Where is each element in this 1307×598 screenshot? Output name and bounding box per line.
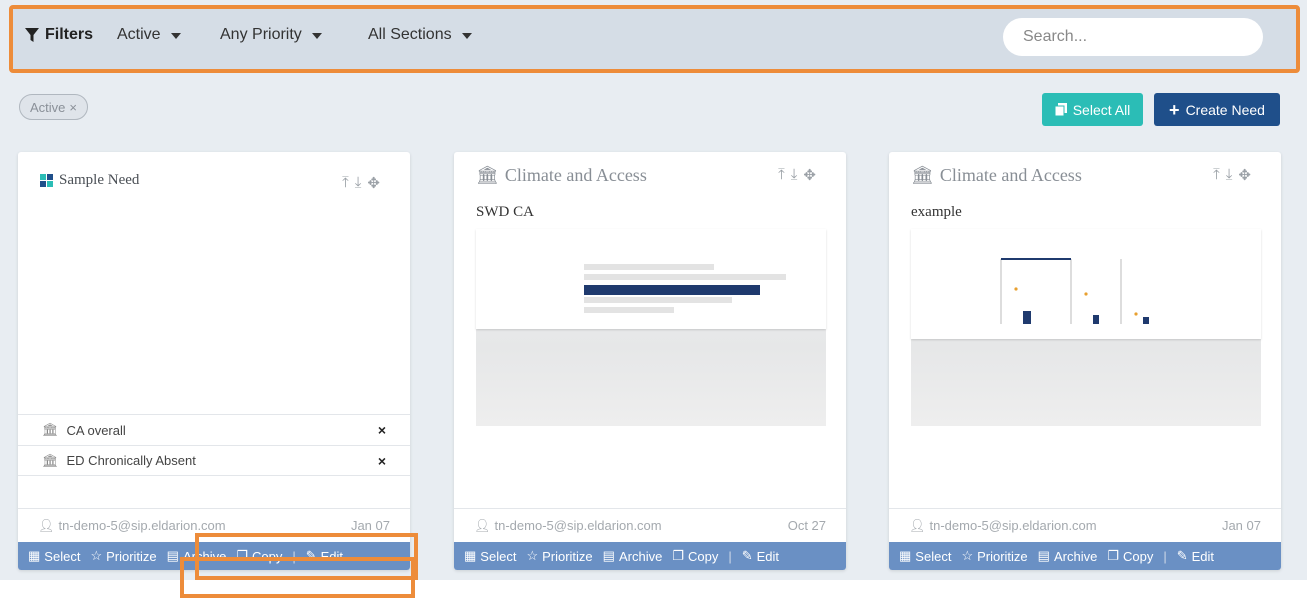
select-button[interactable]: ▦ Select xyxy=(899,548,951,564)
need-card: 🏛︎ Climate and Access ⤒ ⤓ ✥ SWD CA 👤︎ tn-… xyxy=(454,152,846,570)
prioritize-button[interactable]: ☆ Prioritize xyxy=(90,548,156,564)
drag-move-icon[interactable]: ✥ xyxy=(367,174,384,192)
archive-icon: ▤ xyxy=(1037,548,1050,563)
need-card: 🏛︎ Climate and Access ⤒ ⤓ ✥ example 👤︎ tn… xyxy=(889,152,1281,570)
bar-chart-thumbnail xyxy=(584,264,786,313)
archive-button[interactable]: ▤ Archive xyxy=(603,548,663,564)
need-card: Sample Need ⤒ ⤓ ✥ 🏛︎ CA overall × 🏛︎ ED Ch… xyxy=(18,152,410,570)
prioritize-button[interactable]: ☆ Prioritize xyxy=(526,548,592,564)
star-icon: ☆ xyxy=(526,548,539,563)
grid-icon: ▦ xyxy=(28,548,41,563)
search-input[interactable] xyxy=(1003,18,1263,56)
section-dropdown[interactable]: All Sections xyxy=(368,26,472,44)
filters-label: Filters xyxy=(25,26,93,44)
user-icon: 👤︎ xyxy=(38,517,55,533)
plus-icon: + xyxy=(1169,99,1180,120)
chip-remove-icon[interactable]: × xyxy=(69,100,77,115)
grid-icon xyxy=(40,174,53,187)
card-meta: 👤︎ tn-demo-5@sip.eldarion.com Jan 07 xyxy=(18,508,410,542)
select-button[interactable]: ▦ Select xyxy=(464,548,516,564)
star-icon: ☆ xyxy=(961,548,974,563)
list-item: 🏛︎ CA overall × xyxy=(18,414,410,445)
user-icon: 👤︎ xyxy=(474,517,491,533)
drag-move-icon[interactable]: ✥ xyxy=(803,166,820,184)
move-top-icon[interactable]: ⤒ xyxy=(1213,166,1224,184)
move-bottom-icon[interactable]: ⤓ xyxy=(791,166,802,184)
caret-down-icon xyxy=(311,33,322,39)
funnel-icon xyxy=(25,27,39,42)
caret-down-icon xyxy=(461,33,472,39)
tag-list: 🏛︎ CA overall × 🏛︎ ED Chronically Absent × xyxy=(18,414,410,476)
copy-icon: ❐ xyxy=(1107,548,1119,563)
card-title: 🏛︎ Climate and Access xyxy=(911,165,1082,185)
active-filter-chip[interactable]: Active × xyxy=(19,94,88,120)
remove-tag-icon[interactable]: × xyxy=(378,422,386,438)
card-title: 🏛︎ Climate and Access xyxy=(476,165,647,185)
create-need-button[interactable]: + Create Need xyxy=(1154,93,1280,126)
card-tools: ⤒ ⤓ ✥ xyxy=(778,166,820,184)
archive-icon: ▤ xyxy=(602,548,615,563)
card-actions: ▦ Select ☆ Prioritize ▤ Archive ❐ Copy | ✎ Ed… xyxy=(889,542,1281,570)
star-icon: ☆ xyxy=(90,548,103,563)
move-bottom-icon[interactable]: ⤓ xyxy=(1226,166,1237,184)
remove-tag-icon[interactable]: × xyxy=(378,453,386,469)
edit-button[interactable]: ✎ Edit xyxy=(1177,548,1214,564)
institution-icon: 🏛︎ xyxy=(911,165,934,185)
card-tools: ⤒ ⤓ ✥ xyxy=(342,174,384,192)
card-subtitle: SWD CA xyxy=(476,204,534,220)
institution-icon: 🏛︎ xyxy=(42,422,59,437)
drag-move-icon[interactable]: ✥ xyxy=(1238,166,1255,184)
select-all-button[interactable]: Select All xyxy=(1042,93,1143,126)
archive-button[interactable]: ▤ Archive xyxy=(167,548,227,564)
pencil-icon: ✎ xyxy=(741,548,753,563)
priority-dropdown[interactable]: Any Priority xyxy=(220,26,322,44)
institution-icon: 🏛︎ xyxy=(42,452,59,468)
select-button[interactable]: ▦ Select xyxy=(28,548,80,564)
edit-button[interactable]: ✎ Edit xyxy=(306,548,343,564)
card-actions: ▦ Select ☆ Prioritize ▤ Archive ❐ Copy | ✎ Ed… xyxy=(18,542,410,570)
card-actions: ▦ Select ☆ Prioritize ▤ Archive ❐ Copy | ✎ Ed… xyxy=(454,542,846,570)
pencil-icon: ✎ xyxy=(1176,548,1188,563)
card-title: Sample Need xyxy=(40,172,139,189)
chart-thumbnail xyxy=(911,229,1261,426)
card-subtitle: example xyxy=(911,204,962,220)
copy-icon xyxy=(1054,103,1067,116)
grid-icon: ▦ xyxy=(899,548,912,563)
institution-icon: 🏛︎ xyxy=(476,165,499,185)
copy-button[interactable]: ❐ Copy xyxy=(236,548,282,564)
grid-icon: ▦ xyxy=(464,548,477,563)
card-tools: ⤒ ⤓ ✥ xyxy=(1213,166,1255,184)
move-bottom-icon[interactable]: ⤓ xyxy=(355,174,366,192)
filter-bar: Filters Active Any Priority All Sections xyxy=(9,5,1300,73)
card-meta: 👤︎ tn-demo-5@sip.eldarion.com Jan 07 xyxy=(889,508,1281,542)
archive-icon: ▤ xyxy=(166,548,179,563)
prioritize-button[interactable]: ☆ Prioritize xyxy=(961,548,1027,564)
edit-button[interactable]: ✎ Edit xyxy=(742,548,779,564)
user-icon: 👤︎ xyxy=(909,517,926,533)
copy-button[interactable]: ❐ Copy xyxy=(1107,548,1153,564)
pencil-icon: ✎ xyxy=(305,548,317,563)
card-meta: 👤︎ tn-demo-5@sip.eldarion.com Oct 27 xyxy=(454,508,846,542)
chart-thumbnail xyxy=(476,229,826,426)
copy-button[interactable]: ❐ Copy xyxy=(672,548,718,564)
dot-chart-thumbnail xyxy=(1000,258,1149,324)
copy-icon: ❐ xyxy=(236,548,248,563)
move-top-icon[interactable]: ⤒ xyxy=(778,166,789,184)
list-item: 🏛︎ ED Chronically Absent × xyxy=(18,445,410,476)
copy-icon: ❐ xyxy=(672,548,684,563)
move-top-icon[interactable]: ⤒ xyxy=(342,174,353,192)
status-dropdown[interactable]: Active xyxy=(117,26,181,44)
caret-down-icon xyxy=(170,33,181,39)
archive-button[interactable]: ▤ Archive xyxy=(1038,548,1098,564)
